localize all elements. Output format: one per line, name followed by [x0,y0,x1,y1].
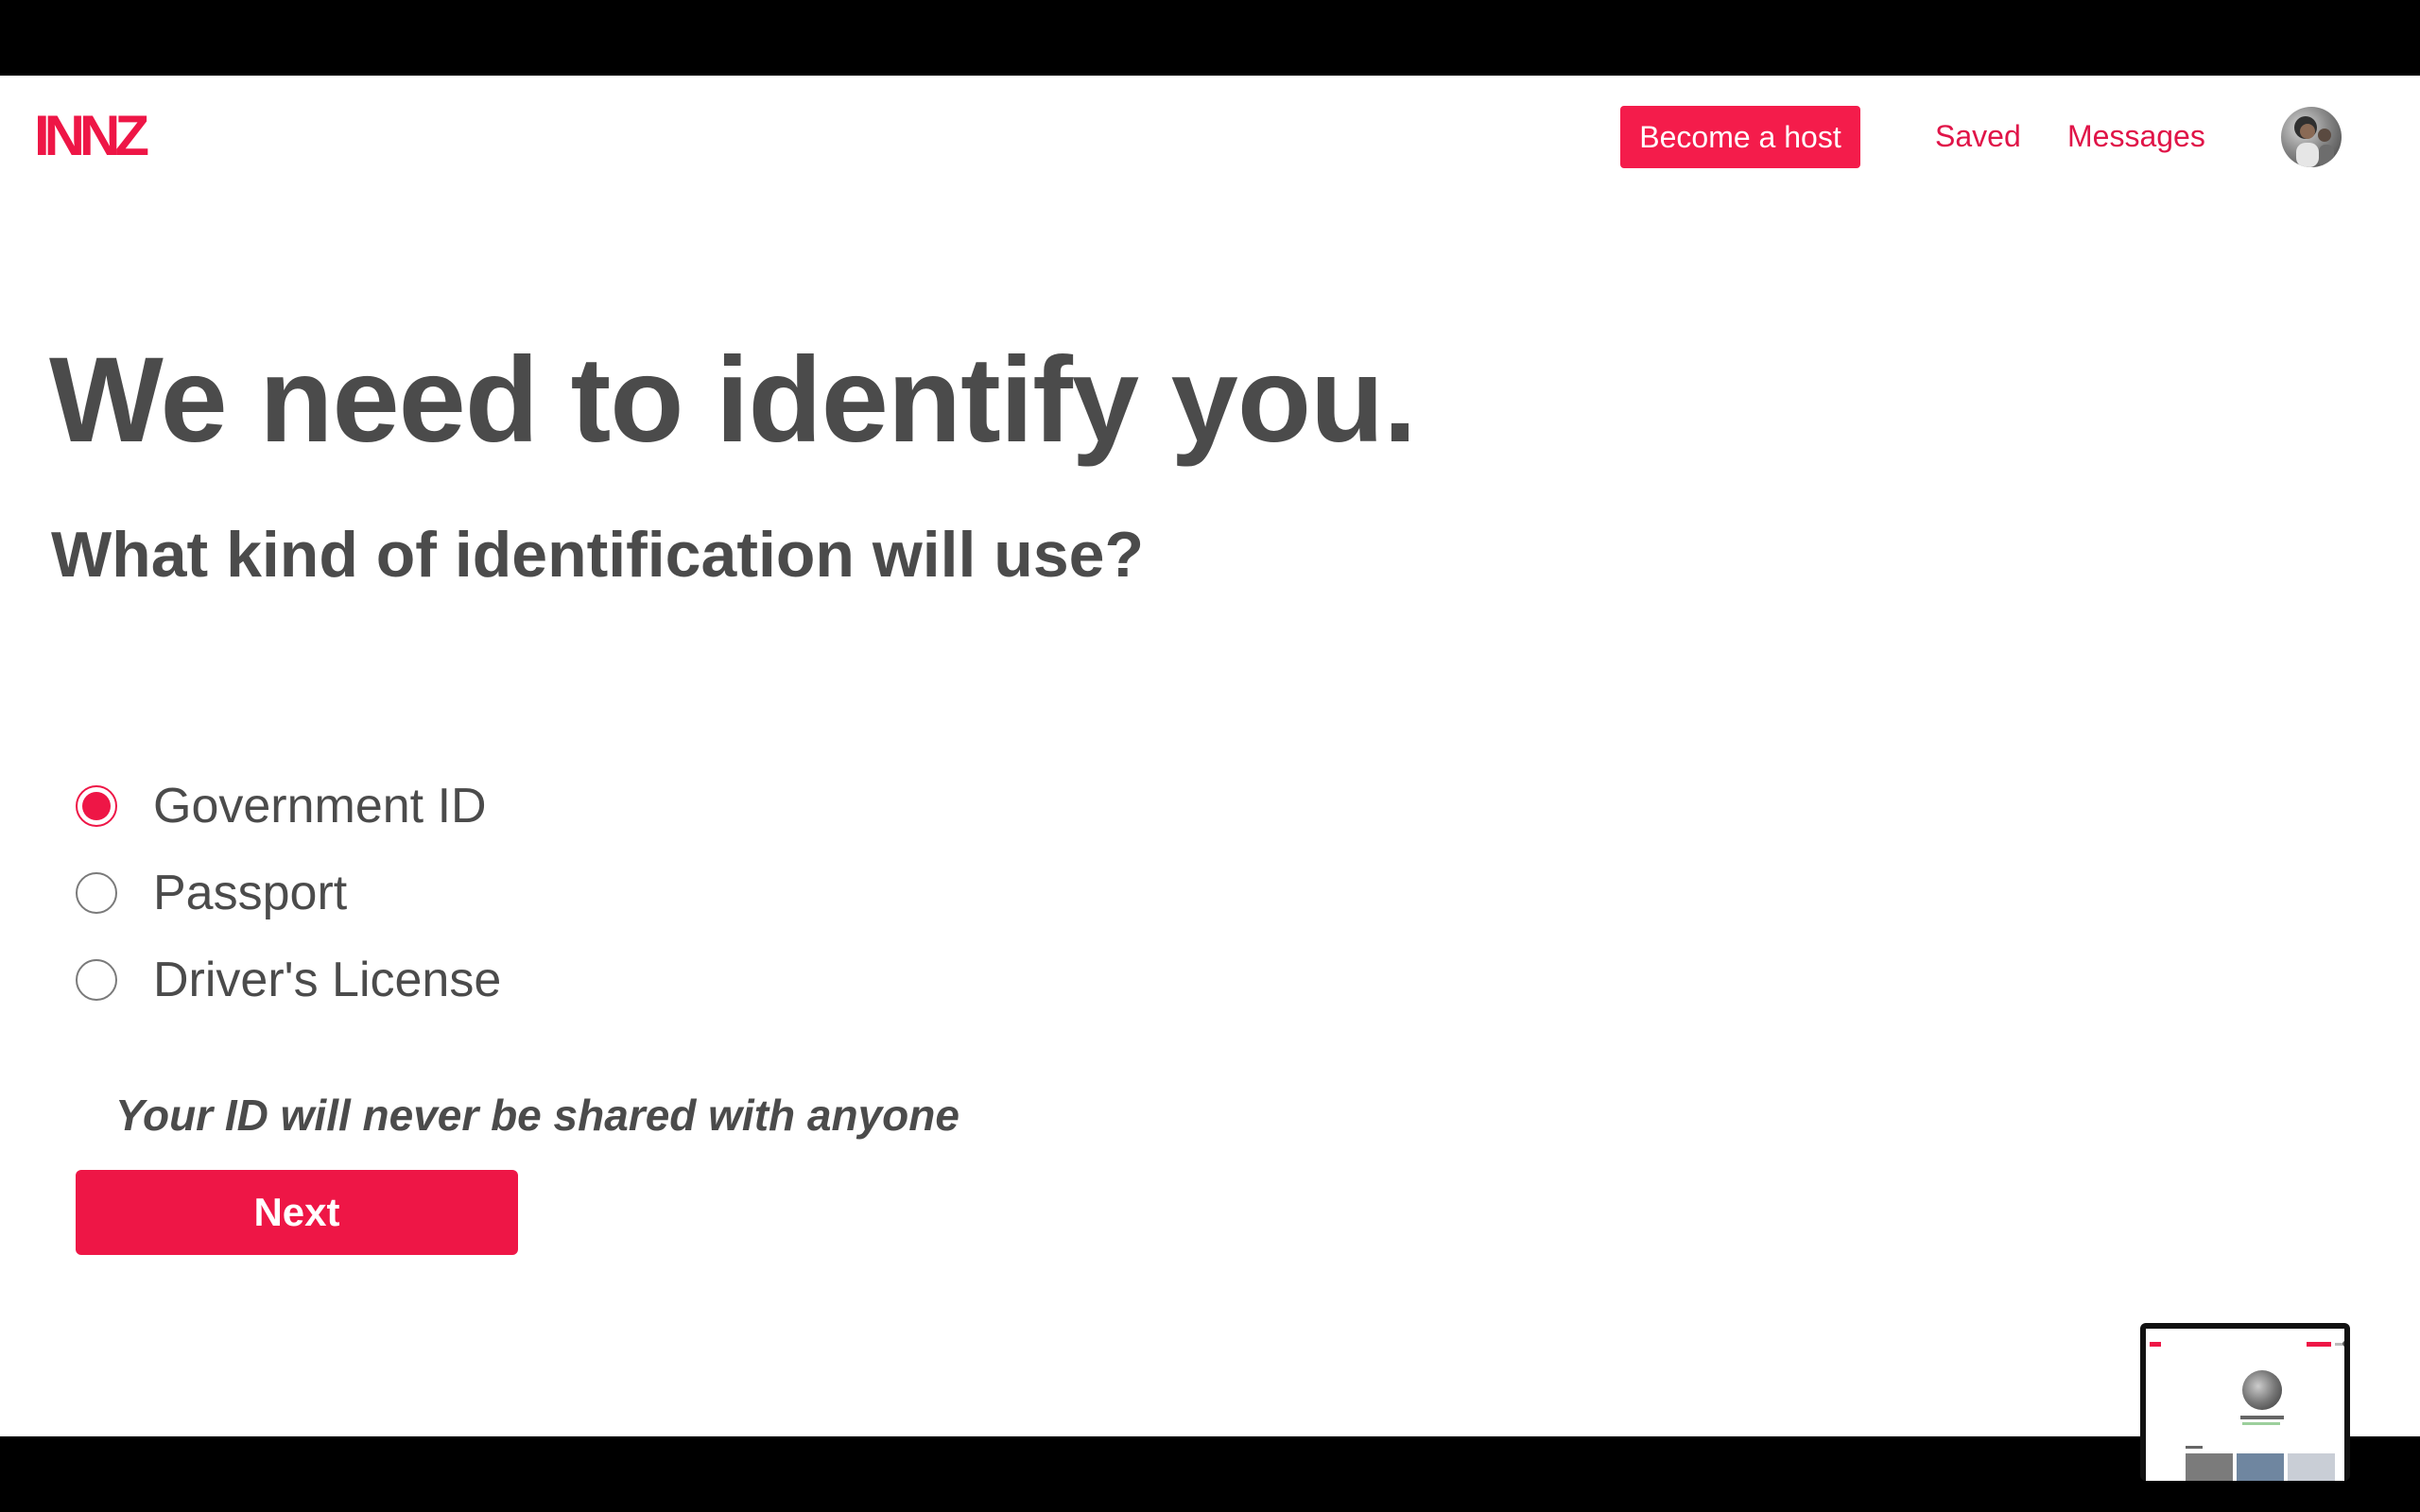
option-drivers-license[interactable]: Driver's License [76,936,501,1023]
become-host-button[interactable]: Become a host [1620,106,1860,168]
innz-logo[interactable]: INNZ [34,108,149,164]
radio-checked-icon[interactable] [76,785,117,827]
option-passport[interactable]: Passport [76,850,501,936]
page-subtitle: What kind of identification will use? [51,519,1144,591]
next-button[interactable]: Next [76,1170,518,1255]
option-label: Driver's License [153,953,502,1007]
nav-saved-link[interactable]: Saved [1935,117,2021,157]
option-label: Government ID [153,779,487,833]
option-label: Passport [153,866,348,920]
radio-unchecked-icon[interactable] [76,959,117,1001]
avatar-image [2294,116,2334,167]
option-government-id[interactable]: Government ID [76,763,501,850]
page-title: We need to identify you. [49,333,1417,468]
nav-messages-link[interactable]: Messages [2067,117,2205,157]
user-avatar-icon[interactable] [2281,107,2342,167]
thumbnail-image [2146,1329,2344,1481]
id-type-radio-group: Government ID Passport Driver's License [76,763,501,1023]
privacy-note: Your ID will never be shared with anyone [115,1091,959,1140]
radio-unchecked-icon[interactable] [76,872,117,914]
app-window: INNZ Become a host Saved Messages We nee… [0,76,2420,1436]
screenshot-preview-thumbnail[interactable] [2140,1323,2350,1481]
